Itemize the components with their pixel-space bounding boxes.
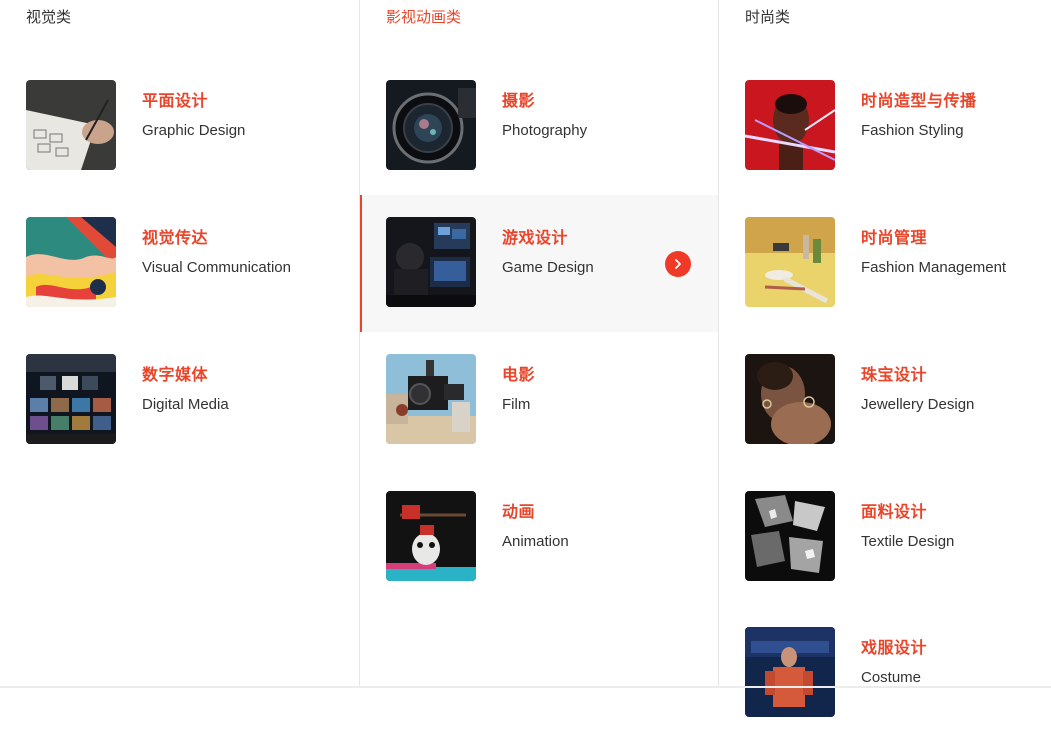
jewellery-design-thumbnail (745, 354, 835, 444)
major-item-film[interactable]: 电影 Film (360, 332, 718, 469)
major-name-zh: 平面设计 (142, 91, 209, 110)
textile-design-thumbnail (745, 491, 835, 581)
major-item-digital-media[interactable]: 数字媒体 Digital Media (0, 332, 358, 469)
major-name-zh: 珠宝设计 (861, 365, 928, 384)
major-item-graphic-design[interactable]: 平面设计 Graphic Design (0, 58, 358, 195)
major-name-en: Photography (502, 122, 588, 139)
major-item-costume[interactable]: 戏服设计 Costume (719, 605, 1051, 742)
major-name-zh: 摄影 (502, 91, 536, 110)
major-name-en: Visual Communication (142, 259, 291, 276)
major-name-en: Film (502, 396, 531, 413)
major-item-jewellery-design[interactable]: 珠宝设计 Jewellery Design (719, 332, 1051, 469)
column-visual: 视觉类 平面设计 Graphic Design 视觉传达 Visual Comm… (0, 0, 358, 688)
fashion-management-thumbnail (745, 217, 835, 307)
major-name-zh: 动画 (502, 502, 536, 521)
digital-media-thumbnail (26, 354, 116, 444)
major-name-zh: 戏服设计 (861, 638, 928, 657)
major-name-zh: 时尚管理 (861, 228, 928, 247)
column-title-film-animation[interactable]: 影视动画类 (386, 6, 461, 27)
film-thumbnail (386, 354, 476, 444)
major-name-zh: 电影 (502, 365, 536, 384)
major-name-zh: 面料设计 (861, 502, 928, 521)
major-item-fashion-styling[interactable]: 时尚造型与传播 Fashion Styling (719, 58, 1051, 195)
major-item-textile-design[interactable]: 面料设计 Textile Design (719, 469, 1051, 606)
visual-communication-thumbnail (26, 217, 116, 307)
column-title-fashion[interactable]: 时尚类 (745, 6, 790, 27)
major-name-en: Game Design (502, 259, 594, 276)
photography-thumbnail (386, 80, 476, 170)
major-item-photography[interactable]: 摄影 Photography (360, 58, 718, 195)
major-name-en: Jewellery Design (861, 396, 975, 413)
costume-thumbnail (745, 627, 835, 717)
major-item-game-design[interactable]: 游戏设计 Game Design (360, 195, 718, 332)
major-name-en: Digital Media (142, 396, 229, 413)
major-item-fashion-management[interactable]: 时尚管理 Fashion Management (719, 195, 1051, 332)
major-name-zh: 视觉传达 (142, 228, 209, 247)
major-name-en: Fashion Styling (861, 122, 964, 139)
column-fashion: 时尚类 时尚造型与传播 Fashion Styling 时尚管理 Fashion… (718, 0, 1051, 717)
chevron-right-icon[interactable] (665, 251, 691, 277)
graphic-design-thumbnail (26, 80, 116, 170)
game-design-thumbnail (386, 217, 476, 307)
major-name-zh: 游戏设计 (502, 228, 569, 247)
major-name-en: Textile Design (861, 533, 955, 550)
animation-thumbnail (386, 491, 476, 581)
major-name-en: Animation (502, 533, 569, 550)
fashion-styling-thumbnail (745, 80, 835, 170)
major-name-zh: 数字媒体 (142, 365, 209, 384)
major-item-visual-communication[interactable]: 视觉传达 Visual Communication (0, 195, 358, 332)
column-title-visual[interactable]: 视觉类 (26, 6, 71, 27)
major-name-zh: 时尚造型与传播 (861, 91, 977, 110)
major-name-en: Graphic Design (142, 122, 246, 139)
major-item-animation[interactable]: 动画 Animation (360, 469, 718, 606)
column-film-animation: 影视动画类 摄影 Photography 游戏设计 Game Design 电影… (359, 0, 718, 688)
major-name-en: Fashion Management (861, 259, 1007, 276)
